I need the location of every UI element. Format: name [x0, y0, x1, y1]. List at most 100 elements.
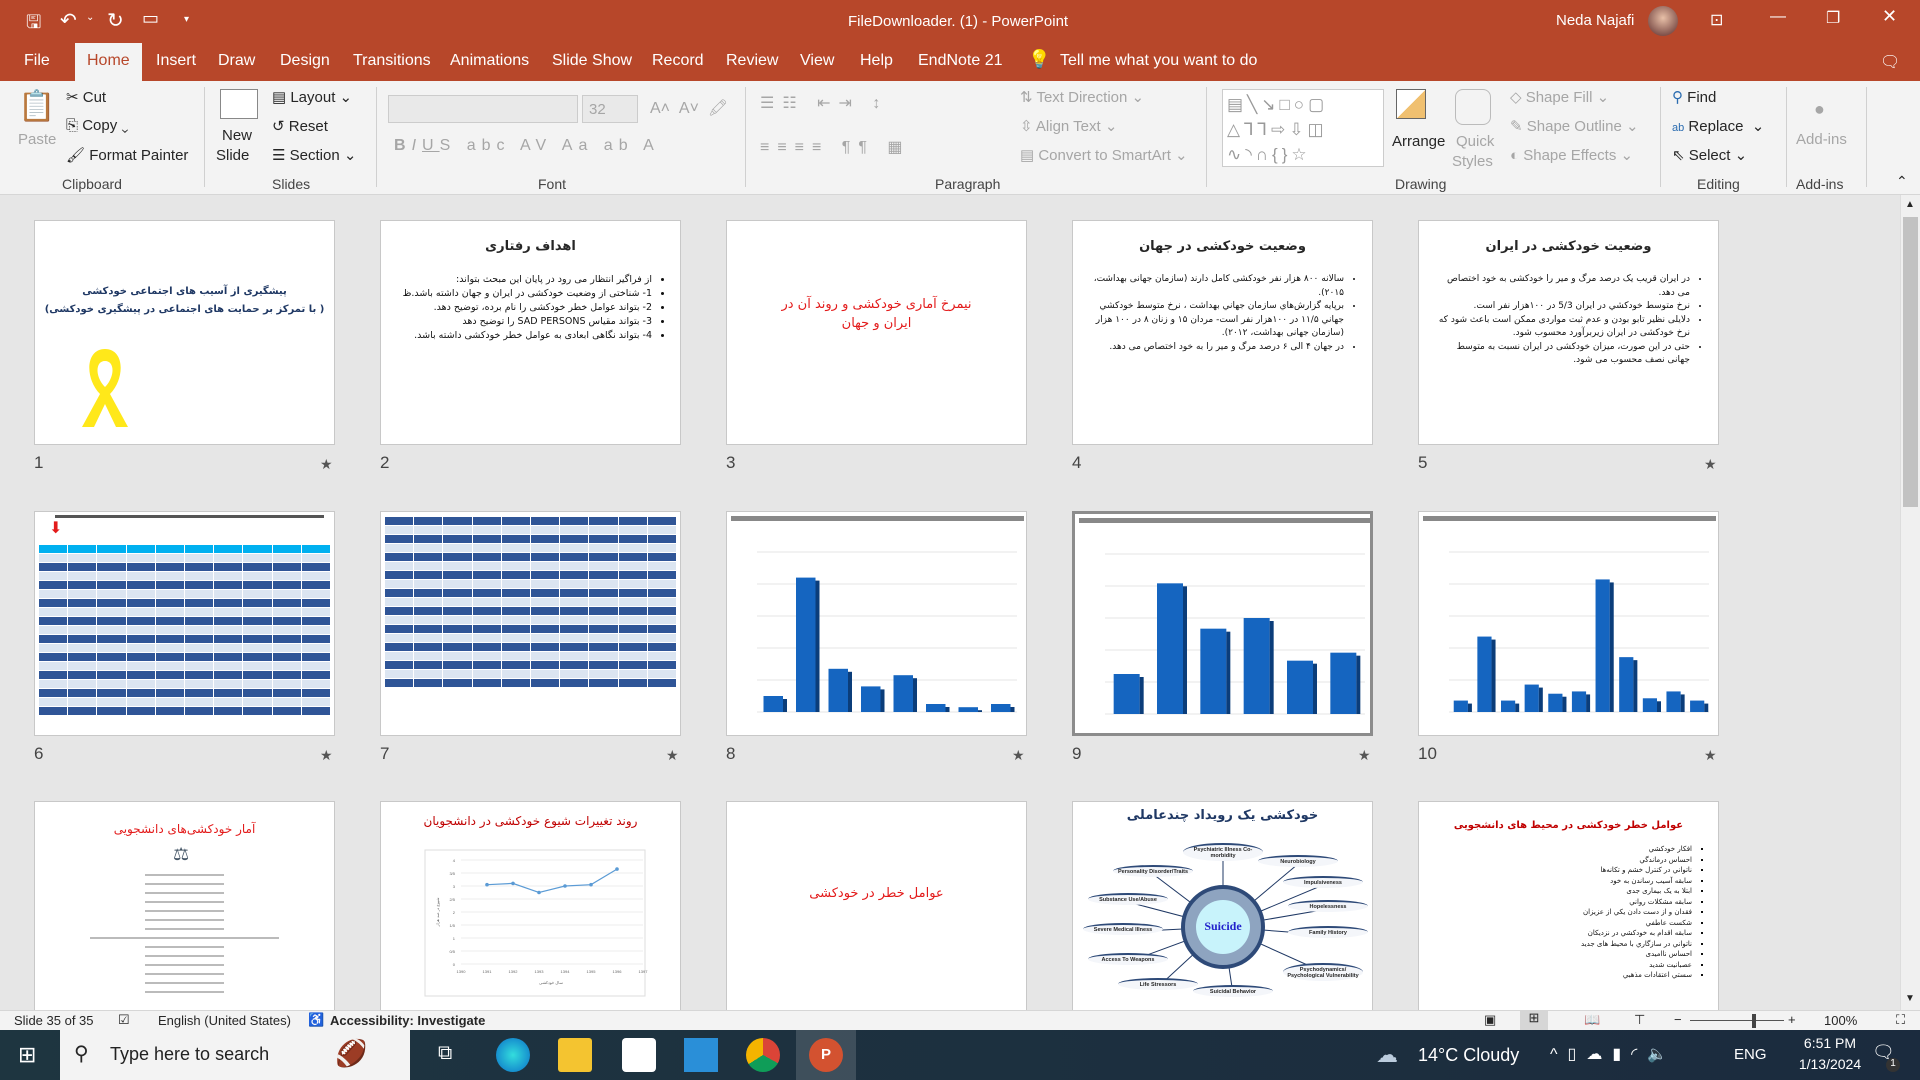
- avatar[interactable]: [1648, 6, 1678, 36]
- scroll-thumb[interactable]: [1903, 217, 1918, 507]
- tab-insert[interactable]: Insert: [156, 52, 196, 70]
- slide-sorter-view-icon[interactable]: ⊞: [1520, 1010, 1548, 1030]
- transition-star-icon[interactable]: ★: [1012, 747, 1025, 764]
- slide-thumbnail-2[interactable]: اهداف رفتاری از فراگیر انتظار می رود در پ…: [380, 220, 681, 445]
- shape-fill-button[interactable]: ◇ Shape Fill ⌄: [1510, 88, 1609, 106]
- scroll-up-icon[interactable]: ▲: [1905, 199, 1915, 210]
- zoom-in-icon[interactable]: +: [1788, 1012, 1796, 1027]
- transition-star-icon[interactable]: ★: [666, 747, 679, 764]
- slide-thumbnail-13[interactable]: عوامل خطر در خودکشی: [726, 801, 1027, 1010]
- undo-icon[interactable]: ↶: [60, 8, 77, 33]
- find-button[interactable]: ⚲ Find: [1672, 88, 1716, 106]
- replace-button[interactable]: ab Replace ⌄: [1672, 117, 1764, 135]
- file-explorer-icon[interactable]: [558, 1038, 592, 1072]
- weather-text[interactable]: 14°C Cloudy: [1418, 1045, 1519, 1066]
- slide-thumbnail-8[interactable]: [726, 511, 1027, 736]
- slide-thumbnail-5[interactable]: وضعیت خودکشی در ایران در ایران قریب یک در…: [1418, 220, 1719, 445]
- mail-icon[interactable]: [684, 1038, 718, 1072]
- slide-thumbnail-12[interactable]: 0 0/5 1 1/5 2 2/5 3 3/5 4 1390 1391 1392 1393 1394 139…: [380, 801, 681, 1010]
- normal-view-icon[interactable]: ▣: [1484, 1012, 1496, 1028]
- reset-button[interactable]: ↺ Reset: [272, 117, 328, 135]
- new-slide-icon[interactable]: [220, 89, 258, 119]
- slideshow-view-icon[interactable]: ⊤: [1634, 1012, 1645, 1028]
- tab-file[interactable]: File: [24, 52, 50, 70]
- reading-view-icon[interactable]: 📖: [1584, 1012, 1600, 1028]
- select-button[interactable]: ⇖ Select ⌄: [1672, 146, 1747, 164]
- tab-help[interactable]: Help: [860, 52, 893, 70]
- addins-icon[interactable]: ●: [1814, 99, 1825, 120]
- arrange-button[interactable]: Arrange: [1392, 133, 1445, 150]
- transition-star-icon[interactable]: ★: [1704, 747, 1717, 764]
- tab-slide-show[interactable]: Slide Show: [552, 52, 632, 70]
- maximize-icon[interactable]: ❐: [1826, 8, 1840, 28]
- tab-transitions[interactable]: Transitions: [353, 52, 431, 70]
- zoom-slider[interactable]: [1690, 1020, 1784, 1021]
- comments-icon[interactable]: 🗨: [1880, 52, 1900, 72]
- new-slide-button[interactable]: New: [222, 127, 252, 144]
- taskbar-search[interactable]: ⚲ Type here to search 🏈: [60, 1030, 410, 1080]
- font-format-buttons[interactable]: BIUS abc AV Aa ab A: [394, 137, 660, 155]
- tab-record[interactable]: Record: [652, 52, 704, 70]
- slide-thumbnail-9[interactable]: [1072, 511, 1373, 736]
- transition-star-icon[interactable]: ★: [320, 456, 333, 473]
- undo-dropdown-icon[interactable]: ⌄: [86, 12, 94, 23]
- zoom-out-icon[interactable]: −: [1674, 1012, 1682, 1027]
- scroll-down-icon[interactable]: ▼: [1905, 993, 1915, 1004]
- slide-thumbnail-6[interactable]: ⬇: [34, 511, 335, 736]
- slide-thumbnail-14[interactable]: خودکشی یک رویداد چندعاملی Suicide Psychiat…: [1072, 801, 1373, 1010]
- close-icon[interactable]: ✕: [1882, 6, 1897, 27]
- windows-start-icon[interactable]: ⊞: [18, 1042, 36, 1068]
- ribbon-display-icon[interactable]: ⊡: [1710, 10, 1723, 30]
- shapes-gallery[interactable]: ▤╲↘□○▢ △⅂⅂⇨⇩◫ ∿◝∩{}☆: [1222, 89, 1384, 167]
- align-buttons[interactable]: ≡≡≡≡ ¶¶ ▦: [760, 137, 911, 157]
- language[interactable]: English (United States): [158, 1013, 291, 1028]
- quick-styles-button-line2[interactable]: Styles: [1452, 153, 1493, 170]
- cut-button[interactable]: ✂ Cut: [66, 88, 106, 106]
- new-slide-button-line2[interactable]: Slide: [216, 147, 249, 164]
- clock-date[interactable]: 1/13/2024: [1795, 1056, 1865, 1072]
- accessibility-status[interactable]: Accessibility: Investigate: [330, 1013, 485, 1028]
- slide-thumbnail-15[interactable]: عوامل خطر خودکشی در محیط های دانشجویی افک…: [1418, 801, 1719, 1010]
- quick-styles-button[interactable]: Quick: [1456, 133, 1494, 150]
- tab-draw[interactable]: Draw: [218, 52, 255, 70]
- zoom-level[interactable]: 100%: [1824, 1013, 1857, 1028]
- fit-to-window-icon[interactable]: ⛶: [1896, 1012, 1905, 1028]
- tab-home[interactable]: Home: [75, 43, 142, 81]
- slide-thumbnail-7[interactable]: [380, 511, 681, 736]
- shape-outline-button[interactable]: ✎ Shape Outline ⌄: [1510, 117, 1639, 135]
- layout-button[interactable]: ▤ Layout ⌄: [272, 88, 352, 106]
- slide-thumbnail-10[interactable]: [1418, 511, 1719, 736]
- transition-star-icon[interactable]: ★: [320, 747, 333, 764]
- collapse-ribbon-icon[interactable]: ⌃: [1896, 173, 1908, 190]
- addins-button[interactable]: Add-ins: [1796, 131, 1847, 148]
- vertical-scrollbar[interactable]: ▲ ▼: [1900, 195, 1920, 1010]
- section-button[interactable]: ☰ Section ⌄: [272, 146, 356, 164]
- clock-time[interactable]: 6:51 PM: [1795, 1035, 1865, 1051]
- spelling-icon[interactable]: ☑: [118, 1012, 130, 1028]
- tab-endnote[interactable]: EndNote 21: [918, 52, 1003, 70]
- font-size-combo[interactable]: 32: [582, 95, 638, 123]
- chrome-icon[interactable]: [746, 1038, 780, 1072]
- tell-me-search[interactable]: Tell me what you want to do: [1060, 52, 1257, 70]
- system-tray-icons[interactable]: ^▯☁▮◜🔈: [1550, 1044, 1677, 1064]
- copy-button[interactable]: ⎘ Copy ⌄: [66, 117, 128, 134]
- tab-design[interactable]: Design: [280, 52, 330, 70]
- slide-thumbnail-1[interactable]: پیشگیری از آسیب های اجتماعی خودکشی ( با ت…: [34, 220, 335, 445]
- edge-icon[interactable]: [496, 1038, 530, 1072]
- user-name[interactable]: Neda Najafi: [1556, 12, 1634, 29]
- save-icon[interactable]: 🖫: [26, 10, 41, 40]
- minimize-icon[interactable]: —: [1770, 8, 1786, 26]
- task-view-icon[interactable]: ⧉: [438, 1042, 452, 1065]
- slide-thumbnail-11[interactable]: آمار خودکشی‌های دانشجویی ⚖: [34, 801, 335, 1010]
- customize-toolbar-icon[interactable]: ▾: [184, 14, 189, 25]
- font-size-buttons[interactable]: A˄ A˅ 🖍: [650, 98, 728, 118]
- present-icon[interactable]: ▭: [142, 8, 159, 29]
- zoom-slider-thumb[interactable]: [1752, 1014, 1756, 1028]
- slide-thumbnail-4[interactable]: وضعیت خودکشی در جهان سالانه ۸۰۰ هزار نفر …: [1072, 220, 1373, 445]
- format-painter-button[interactable]: 🖌 Format Painter: [66, 146, 188, 164]
- tab-view[interactable]: View: [800, 52, 834, 70]
- tab-review[interactable]: Review: [726, 52, 778, 70]
- shape-effects-button[interactable]: ◐ Shape Effects ⌄: [1510, 146, 1633, 164]
- text-direction-button[interactable]: ⇅ Text Direction ⌄: [1020, 88, 1144, 106]
- input-language[interactable]: ENG: [1734, 1046, 1767, 1063]
